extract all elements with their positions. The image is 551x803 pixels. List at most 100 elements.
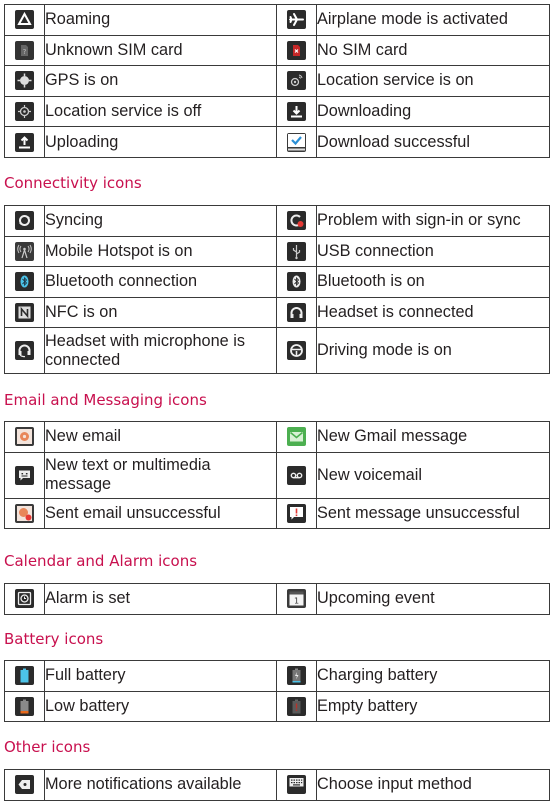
icon-description: Full battery [44, 660, 277, 692]
icon-description: Headset is connected [316, 296, 550, 329]
icon-cell [4, 421, 45, 453]
svg-text:?: ? [23, 48, 27, 56]
icon-cell [276, 34, 317, 67]
new-message-icon [15, 465, 34, 485]
icon-description: New email [44, 421, 277, 453]
icon-cell [276, 769, 317, 801]
icon-description: Alarm is set [44, 583, 277, 615]
email-failed-icon [15, 503, 34, 523]
icon-cell [4, 769, 45, 801]
icon-description: Headset with microphone is connected [44, 327, 277, 375]
icon-description: Sent message unsuccessful [316, 497, 550, 530]
icon-cell [4, 126, 45, 158]
icon-cell [276, 95, 317, 128]
icon-cell [4, 4, 45, 36]
icon-description: New voicemail [316, 451, 550, 499]
battery-low-icon [15, 696, 34, 716]
table-row: Bluetooth connection Bluetooth is on [4, 266, 550, 298]
icon-description: Low battery [44, 690, 277, 723]
battery-empty-icon [287, 696, 306, 716]
icon-description: More notifications available [44, 769, 277, 801]
bluetooth-on-icon [287, 272, 306, 292]
bluetooth-connected-icon [15, 272, 34, 292]
icon-cell [4, 235, 45, 268]
section-heading-email: Email and Messaging icons [4, 391, 207, 409]
battery-icons-table: Full battery Charging battery Low batter… [4, 660, 550, 723]
icon-cell [276, 126, 317, 158]
more-notifications-icon [15, 775, 34, 795]
sync-icon [15, 211, 34, 231]
icon-description: Unknown SIM card [44, 34, 277, 67]
icon-cell [4, 95, 45, 128]
connectivity-icons-table: Syncing Problem with sign-in or sync Mob… [4, 205, 550, 375]
airplane-icon [287, 10, 306, 30]
battery-charging-icon [287, 666, 306, 686]
icon-cell: 1 [276, 583, 317, 615]
icon-cell [4, 660, 45, 692]
table-row: ? Unknown SIM card No SIM card [4, 34, 550, 67]
icon-cell [276, 690, 317, 723]
icon-description: Upcoming event [316, 583, 550, 615]
section-heading-other: Other icons [4, 738, 91, 756]
roaming-icon [15, 10, 34, 30]
icon-description: Problem with sign-in or sync [316, 205, 550, 237]
headset-icon [287, 303, 306, 323]
icon-cell [276, 660, 317, 692]
upload-icon [15, 132, 34, 152]
nfc-icon [15, 303, 34, 323]
icon-cell [4, 497, 45, 530]
table-row: GPS is on Location service is on [4, 65, 550, 97]
icon-cell [4, 205, 45, 237]
table-row: Low battery Empty battery [4, 690, 550, 723]
icon-cell [276, 497, 317, 530]
icon-cell [4, 266, 45, 298]
icon-cell [276, 451, 317, 499]
table-row: New text or multimedia message New voice… [4, 451, 550, 499]
table-row: Full battery Charging battery [4, 660, 550, 692]
table-row: Location service is off Downloading [4, 95, 550, 128]
table-row: Headset with microphone is connected Dri… [4, 327, 550, 375]
hotspot-icon [15, 241, 34, 261]
new-email-icon [15, 427, 34, 447]
keyboard-icon [287, 775, 306, 795]
icon-description: Downloading [316, 95, 550, 128]
driving-mode-icon [287, 341, 306, 361]
gps-on-icon [15, 71, 34, 91]
icon-description: New text or multimedia message [44, 451, 277, 499]
icon-description: USB connection [316, 235, 550, 268]
icon-cell [4, 583, 45, 615]
icon-cell [276, 296, 317, 329]
icon-cell [4, 451, 45, 499]
icon-description: Charging battery [316, 660, 550, 692]
icon-description: No SIM card [316, 34, 550, 67]
download-success-icon [287, 132, 306, 152]
icon-description: Bluetooth is on [316, 266, 550, 298]
icon-cell [276, 421, 317, 453]
table-row: Alarm is set 1 Upcoming event [4, 583, 550, 615]
other-icons-table: More notifications available Choose inpu… [4, 769, 550, 801]
icon-description: Driving mode is on [316, 327, 550, 375]
icon-cell [276, 65, 317, 97]
icon-description: Syncing [44, 205, 277, 237]
table-row: NFC is on Headset is connected [4, 296, 550, 329]
calendar-icon: 1 [287, 589, 306, 609]
table-row: New email New Gmail message [4, 421, 550, 453]
icon-description: GPS is on [44, 65, 277, 97]
icon-cell [276, 205, 317, 237]
icon-cell [4, 690, 45, 723]
icon-description: Choose input method [316, 769, 550, 801]
icon-cell [276, 4, 317, 36]
icon-description: Bluetooth connection [44, 266, 277, 298]
location-on-icon [287, 71, 306, 91]
icon-description: Mobile Hotspot is on [44, 235, 277, 268]
icon-cell [4, 296, 45, 329]
icon-cell [276, 266, 317, 298]
gmail-icon [287, 427, 306, 447]
icon-description: Uploading [44, 126, 277, 158]
icon-description: NFC is on [44, 296, 277, 329]
icon-description: Empty battery [316, 690, 550, 723]
icon-description: Location service is off [44, 95, 277, 128]
icon-description: Airplane mode is activated [316, 4, 550, 36]
section-heading-connectivity: Connectivity icons [4, 174, 142, 192]
section-heading-battery: Battery icons [4, 630, 104, 648]
